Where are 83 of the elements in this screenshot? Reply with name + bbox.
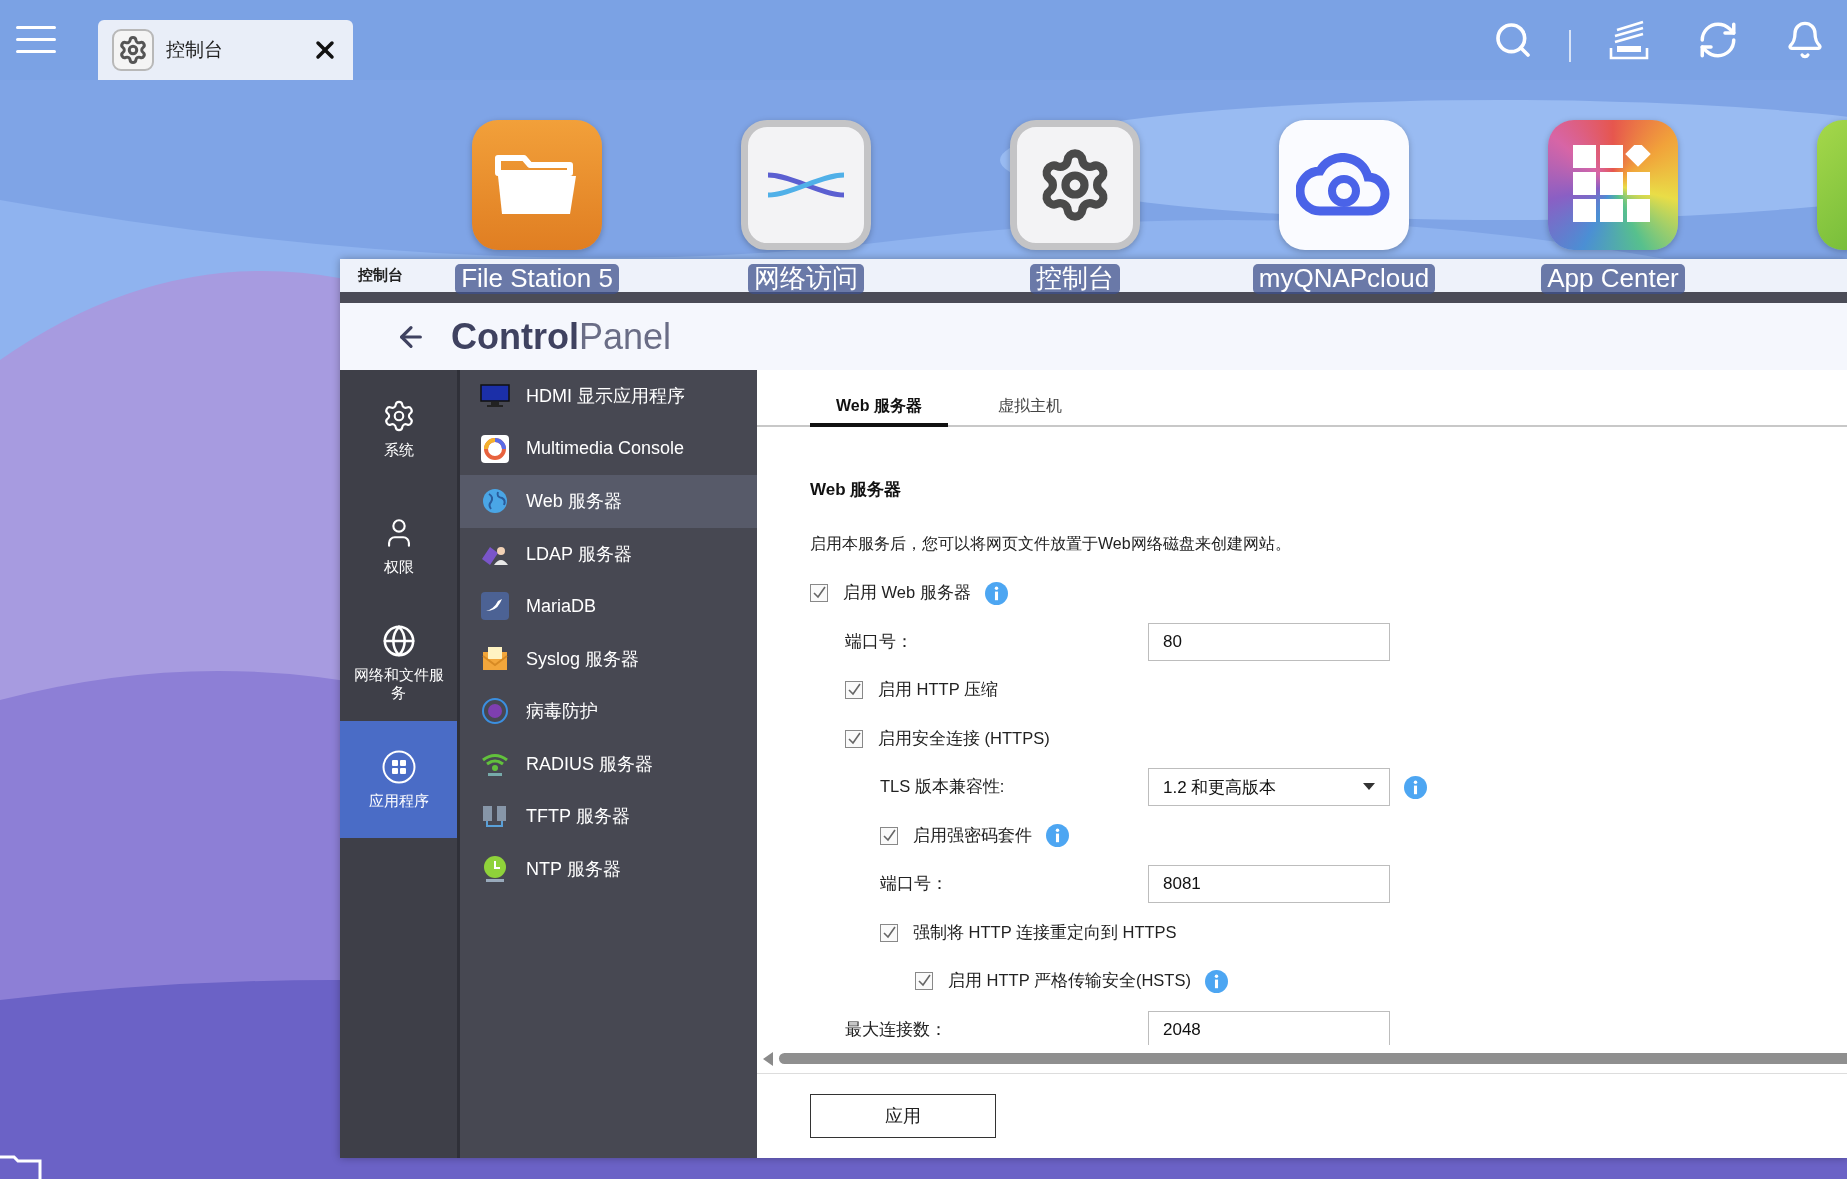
info-icon[interactable] xyxy=(1046,824,1069,848)
nav-label: 系统 xyxy=(383,440,414,459)
cloud-icon[interactable] xyxy=(1279,120,1409,250)
app-label: 网络访问 xyxy=(748,264,864,294)
stack-icon[interactable] xyxy=(1607,20,1651,60)
app-list-label: NTP 服务器 xyxy=(526,857,621,881)
nav-item[interactable]: 权限 xyxy=(340,487,457,604)
checkbox[interactable] xyxy=(880,826,898,845)
info-icon[interactable] xyxy=(1204,969,1228,993)
app-list-label: LDAP 服务器 xyxy=(526,542,632,566)
app-list-item[interactable]: Syslog 服务器 xyxy=(460,632,757,685)
app-label: App Center xyxy=(1541,264,1685,294)
caret-icon xyxy=(1363,783,1375,792)
checkbox-label: 启用强密码套件 xyxy=(913,824,1032,846)
field-label: 端口号： xyxy=(845,630,914,652)
nav-item[interactable]: 系统 xyxy=(340,370,457,487)
info-icon[interactable] xyxy=(1404,775,1427,799)
bell-icon[interactable] xyxy=(1785,20,1825,60)
checkbox[interactable] xyxy=(880,923,898,942)
window-tab[interactable]: 控制台 xyxy=(98,20,353,80)
app-list-label: MariaDB xyxy=(526,595,596,617)
app-list-label: HDMI 显示应用程序 xyxy=(526,385,685,409)
scrollbar-thumb[interactable] xyxy=(779,1053,1847,1065)
nav-item[interactable]: 应用程序 xyxy=(340,721,457,838)
grid-icon[interactable] xyxy=(1548,120,1678,250)
globe-icon xyxy=(381,624,416,659)
app-label: 控制台 xyxy=(1030,264,1120,294)
seal-icon xyxy=(480,591,510,622)
app-list-item[interactable]: RADIUS 服务器 xyxy=(460,737,757,790)
scroll-left-icon[interactable] xyxy=(763,1051,773,1066)
app-list-label: TFTP 服务器 xyxy=(526,805,630,829)
app-title: ControlPanel xyxy=(451,315,672,358)
app-list-label: 病毒防护 xyxy=(526,700,598,724)
arrows-icon[interactable] xyxy=(741,120,871,250)
app-list-item[interactable]: LDAP 服务器 xyxy=(460,527,757,580)
checkbox-label: 启用 HTTP 严格传输安全(HSTS) xyxy=(948,970,1191,992)
input-field[interactable]: 8081 xyxy=(1148,865,1390,904)
app-list-label: Multimedia Console xyxy=(526,438,685,460)
app-list-item[interactable]: Multimedia Console xyxy=(460,422,757,475)
folder-icon[interactable] xyxy=(472,120,602,250)
section-title: Web 服务器 xyxy=(810,478,903,501)
field-label: 最大连接数： xyxy=(845,1018,948,1040)
nav-label: 应用程序 xyxy=(368,791,429,810)
nav-label: 网络和文件服务 xyxy=(352,666,445,701)
virus-icon xyxy=(480,696,510,727)
checkbox[interactable] xyxy=(810,584,828,603)
input-field[interactable]: 2048 xyxy=(1148,1010,1390,1045)
checkbox[interactable] xyxy=(845,729,863,748)
apps-icon xyxy=(381,749,416,784)
tab[interactable]: 虚拟主机 xyxy=(971,392,1088,427)
app-list-item[interactable]: HDMI 显示应用程序 xyxy=(460,370,757,423)
dropdown[interactable]: 1.2 和更高版本 xyxy=(1148,768,1390,807)
app-label: myQNAPcloud xyxy=(1252,264,1436,294)
app-list-label: RADIUS 服务器 xyxy=(526,752,653,776)
app-list-item[interactable]: TFTP 服务器 xyxy=(460,790,757,843)
field-label: TLS 版本兼容性: xyxy=(880,776,1006,798)
gear-icon xyxy=(118,35,148,65)
gear-icon[interactable] xyxy=(1010,120,1140,250)
app-list-label: Syslog 服务器 xyxy=(526,647,640,671)
checkbox-label: 启用 HTTP 压缩 xyxy=(878,679,998,701)
checkbox[interactable] xyxy=(845,681,863,700)
tab[interactable]: Web 服务器 xyxy=(810,392,948,427)
info-icon[interactable] xyxy=(984,581,1008,605)
app-label: File Station 5 xyxy=(455,264,619,294)
app-list-label: Web 服务器 xyxy=(526,490,622,514)
field-label: 端口号： xyxy=(880,873,949,895)
input-field[interactable]: 80 xyxy=(1148,622,1390,661)
checkbox-label: 启用安全连接 (HTTPS) xyxy=(878,727,1050,749)
nav-item[interactable]: 网络和文件服务 xyxy=(340,604,457,721)
app-list-item[interactable]: Web 服务器 xyxy=(460,475,757,528)
app-list-item[interactable]: MariaDB xyxy=(460,580,757,633)
ring-icon xyxy=(480,433,510,464)
checkbox[interactable] xyxy=(915,972,933,991)
window-title: 控制台 xyxy=(358,266,403,285)
nav-label: 权限 xyxy=(383,557,414,576)
app-list-item[interactable]: NTP 服务器 xyxy=(460,842,757,895)
checkbox-label: 强制将 HTTP 连接重定向到 HTTPS xyxy=(913,921,1177,943)
app-list-item[interactable]: 病毒防护 xyxy=(460,685,757,738)
apply-button[interactable]: 应用 xyxy=(810,1094,996,1138)
checkbox-label: 启用 Web 服务器 xyxy=(843,582,971,604)
description: 启用本服务后，您可以将网页文件放置于Web网络磁盘来创建网站。 xyxy=(810,533,1292,554)
search-icon[interactable] xyxy=(1493,20,1533,60)
tab-label: 控制台 xyxy=(166,38,224,62)
